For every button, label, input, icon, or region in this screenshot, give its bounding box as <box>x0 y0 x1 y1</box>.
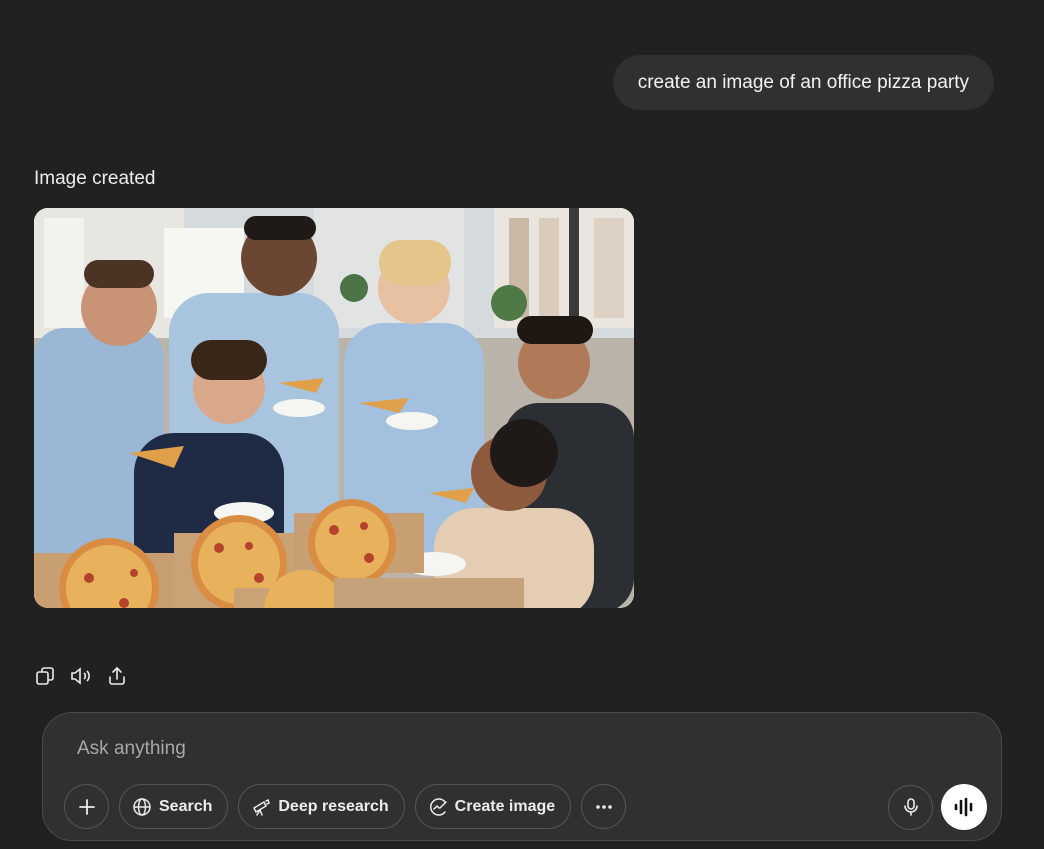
composer: Search Deep research Create image <box>42 712 1002 841</box>
user-message-text: create an image of an office pizza party <box>637 71 969 93</box>
message-actions <box>34 664 128 688</box>
deep-research-label: Deep research <box>278 797 389 815</box>
plus-icon <box>78 798 95 815</box>
more-icon <box>595 804 612 809</box>
prompt-input[interactable] <box>77 735 937 763</box>
voice-mode-button[interactable] <box>941 784 987 830</box>
share-icon[interactable] <box>106 664 128 688</box>
generated-image-illustration <box>34 208 634 608</box>
user-message-bubble: create an image of an office pizza party <box>612 55 994 110</box>
create-image-label: Create image <box>454 797 556 815</box>
read-aloud-icon[interactable] <box>70 664 92 688</box>
composer-right-tools <box>888 784 987 830</box>
telescope-icon <box>253 798 271 816</box>
microphone-icon <box>903 798 918 816</box>
more-tools-button[interactable] <box>581 784 627 829</box>
globe-icon <box>133 797 151 816</box>
assistant-status-label: Image created <box>34 168 156 189</box>
voice-mode-icon <box>954 797 973 817</box>
copy-icon[interactable] <box>34 664 56 688</box>
chat-page: create an image of an office pizza party… <box>0 0 1044 849</box>
search-label: Search <box>159 797 213 815</box>
create-image-button[interactable]: Create image <box>414 784 572 829</box>
dictate-button[interactable] <box>888 784 933 830</box>
search-button[interactable]: Search <box>119 784 229 829</box>
deep-research-button[interactable]: Deep research <box>238 784 405 829</box>
image-brush-icon <box>429 797 447 816</box>
add-button[interactable] <box>64 784 109 829</box>
generated-image[interactable] <box>34 208 634 608</box>
composer-tools: Search Deep research Create image <box>64 784 627 829</box>
